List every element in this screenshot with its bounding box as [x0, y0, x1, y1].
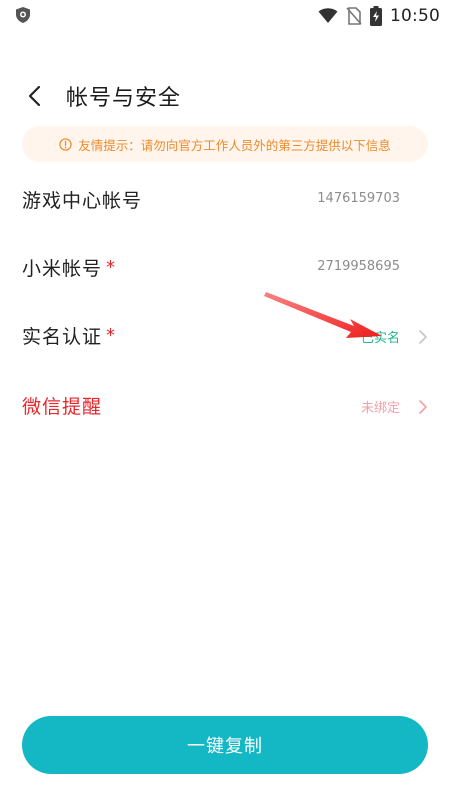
xiaomi-account-value: 2719958695 — [317, 259, 400, 274]
wifi-icon — [318, 8, 338, 23]
chevron-right-icon — [419, 330, 427, 344]
row-label: 微信提醒 — [22, 392, 102, 419]
label-text: 小米帐号 — [22, 258, 103, 280]
button-label: 一键复制 — [187, 736, 263, 757]
required-mark: * — [106, 325, 117, 346]
account-security-screen: 10:50 帐号与安全 友情提示：请勿向官方工作人员外的第三方提供以下信息 游戏… — [0, 0, 450, 800]
required-mark: * — [106, 257, 117, 278]
status-icons: 10:50 — [318, 5, 440, 27]
status-time: 10:50 — [390, 6, 440, 26]
game-center-account-value: 1476159703 — [317, 191, 400, 206]
status-bar: 10:50 — [0, 0, 450, 32]
info-circle-icon — [59, 137, 72, 151]
page-header: 帐号与安全 — [0, 76, 450, 116]
no-sim-icon — [346, 7, 362, 25]
shield-app-icon — [16, 7, 30, 23]
wechat-bind-status: 未绑定 — [360, 401, 400, 416]
row-label: 游戏中心帐号 — [22, 186, 142, 213]
row-wechat-reminder[interactable]: 微信提醒 未绑定 — [0, 382, 450, 430]
battery-charging-icon — [370, 6, 382, 26]
label-text: 游戏中心帐号 — [22, 190, 143, 212]
notice-text: 友情提示：请勿向官方工作人员外的第三方提供以下信息 — [78, 137, 391, 153]
label-text: 实名认证 — [22, 326, 103, 348]
row-game-center-account: 游戏中心帐号 1476159703 — [0, 176, 450, 224]
chevron-left-icon[interactable] — [22, 82, 50, 110]
row-label: 实名认证 * — [22, 322, 116, 349]
row-xiaomi-account: 小米帐号 * 2719958695 — [0, 244, 450, 292]
notice-banner: 友情提示：请勿向官方工作人员外的第三方提供以下信息 — [22, 126, 428, 162]
label-text: 微信提醒 — [22, 396, 103, 418]
chevron-right-icon — [419, 400, 427, 414]
annotation-arrow — [264, 292, 382, 338]
row-label: 小米帐号 * — [22, 254, 116, 281]
one-click-copy-button[interactable]: 一键复制 — [22, 716, 428, 774]
page-title: 帐号与安全 — [66, 86, 182, 111]
